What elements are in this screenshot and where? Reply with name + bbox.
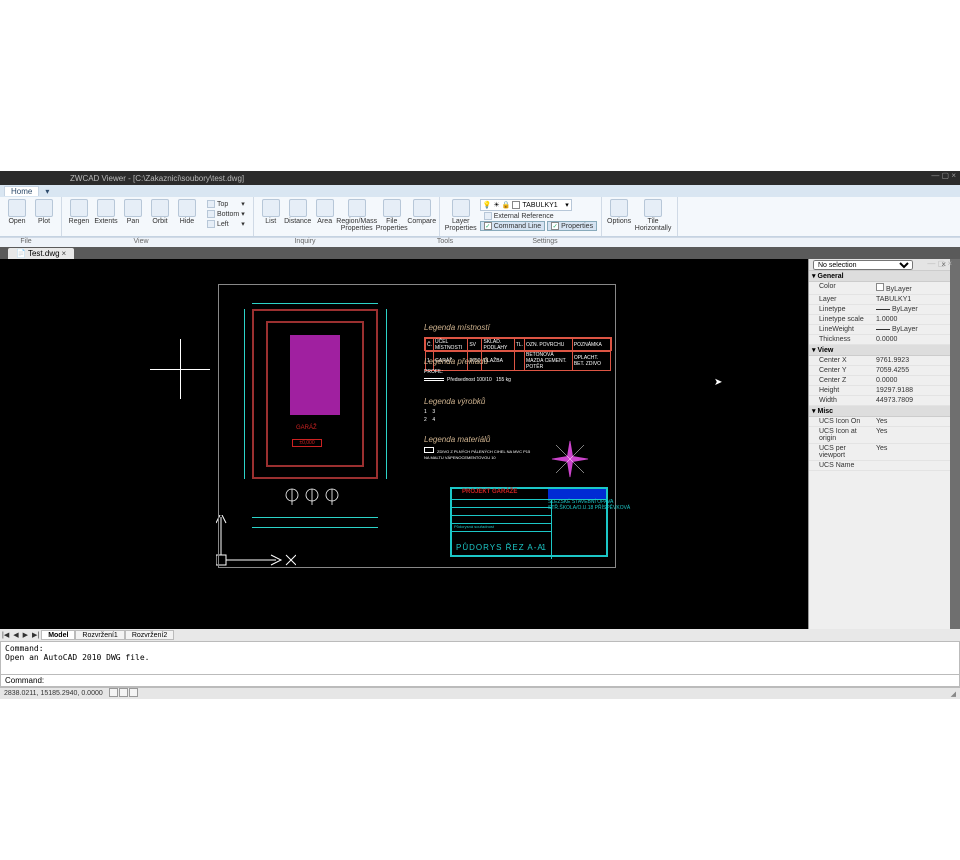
crosshair <box>180 339 181 399</box>
regen-button[interactable]: Regen <box>66 199 92 225</box>
ribbon: Open Plot Regen Extents Pan Orbit Hide T… <box>0 197 960 237</box>
property-row[interactable]: LayerTABULKY1 <box>809 295 950 305</box>
lock-icon: 🔒 <box>502 201 511 209</box>
legend-products-title: Legenda výrobků <box>424 397 485 406</box>
legend-lintels-title: Legenda překladů <box>424 357 488 366</box>
tab-layout2[interactable]: Rozvržení2 <box>125 630 174 640</box>
menu-dropdown-icon[interactable]: ▾ <box>39 187 55 196</box>
drawing-canvas[interactable]: GARÁŽ ±0,000 <box>0 259 808 629</box>
titlebar: ZWCAD Viewer - [C:\Zakaznici\soubory\tes… <box>0 171 960 185</box>
layout-tabbar: |◀◀▶▶| Model Rozvržení1 Rozvržení2 <box>0 629 960 641</box>
property-row[interactable]: UCS Icon OnYes <box>809 417 950 427</box>
tile-horizontally-button[interactable]: Tile Horizontally <box>633 199 673 234</box>
tab-nav-buttons[interactable]: |◀◀▶▶| <box>0 631 41 639</box>
command-line-toggle[interactable]: Command Line <box>480 221 545 231</box>
plot-button[interactable]: Plot <box>31 199 57 225</box>
tab-layout1[interactable]: Rozvržení1 <box>75 630 124 640</box>
legend-materials-title: Legenda materiálů <box>424 435 490 444</box>
region-mass-button[interactable]: Region/Mass Properties <box>339 199 375 234</box>
window-title: ZWCAD Viewer - [C:\Zakaznici\soubory\tes… <box>70 174 244 183</box>
property-row[interactable]: LineWeightByLayer <box>809 325 950 335</box>
prop-group-misc[interactable]: ▾Misc <box>809 406 950 417</box>
hide-button[interactable]: Hide <box>174 199 200 225</box>
list-button[interactable]: List <box>258 199 284 234</box>
window-buttons[interactable]: — ▢ × <box>931 171 956 180</box>
command-prompt-label: Command: <box>5 676 44 685</box>
property-row[interactable]: Height19297.9188 <box>809 386 950 396</box>
rooms-table: Č.ÚČEL MÍSTNOSTISVSKLAD. PODLAHYTL.OZN. … <box>424 337 612 351</box>
property-row[interactable]: UCS per viewportYes <box>809 444 950 461</box>
lightbulb-icon: 💡 <box>483 201 492 209</box>
property-row[interactable]: Center X9761.9923 <box>809 356 950 366</box>
compare-button[interactable]: Compare <box>409 199 435 234</box>
selection-selector[interactable]: No selection <box>813 260 913 270</box>
view-left[interactable]: Left▾ <box>203 219 249 229</box>
resize-grip-icon: ◢ <box>951 690 956 698</box>
tab-model[interactable]: Model <box>41 630 75 640</box>
title-block: PROJEKT GARÁŽE SLEZSKÉ STAVEBNÍ OPAVA ST… <box>450 487 608 557</box>
door-symbols <box>282 485 352 514</box>
options-button[interactable]: Options <box>606 199 632 234</box>
close-icon[interactable]: × <box>62 249 67 258</box>
legend-rooms-title: Legenda místností <box>424 323 490 332</box>
prop-group-general[interactable]: ▾General <box>809 271 950 282</box>
view-top[interactable]: Top▾ <box>203 199 249 209</box>
app-window: ZWCAD Viewer - [C:\Zakaznici\soubory\tes… <box>0 171 960 691</box>
layer-properties-button[interactable]: Layer Properties <box>444 199 478 234</box>
prop-group-view[interactable]: ▾View <box>809 345 950 356</box>
statusbar: 2838.0211, 15185.2940, 0.0000 ◢ <box>0 687 960 699</box>
view-bottom[interactable]: Bottom▾ <box>203 209 249 219</box>
layer-name: TABULKY1 <box>522 202 557 209</box>
ribbon-section-labels: File View Inquiry Tools Settings <box>0 237 960 247</box>
file-icon: 📄 <box>16 249 26 258</box>
room-tag: GARÁŽ <box>296 425 317 431</box>
document-tabbar: 📄 Test.dwg × <box>0 247 960 259</box>
cursor-icon: ➤ <box>714 377 722 388</box>
work-area: GARÁŽ ±0,000 <box>0 259 960 629</box>
menubar: Home ▾ <box>0 185 960 197</box>
property-row[interactable]: Width44973.7809 <box>809 396 950 406</box>
command-line[interactable]: Command: <box>0 675 960 687</box>
tab-home[interactable]: Home <box>4 186 39 196</box>
document-tab-label: Test.dwg <box>28 249 60 258</box>
property-row[interactable]: UCS Icon at originYes <box>809 427 950 444</box>
mdi-window-buttons[interactable]: — ▢ × <box>927 259 952 268</box>
properties-panel: No selection × ▾General ColorByLayerLaye… <box>808 259 950 629</box>
pan-button[interactable]: Pan <box>120 199 146 225</box>
command-history[interactable]: Command: Open an AutoCAD 2010 DWG file. <box>0 641 960 675</box>
room-level-box: ±0,000 <box>292 439 322 447</box>
floor-plan: GARÁŽ ±0,000 <box>252 309 378 499</box>
extents-button[interactable]: Extents <box>93 199 119 225</box>
property-row[interactable]: LinetypeByLayer <box>809 305 950 315</box>
sun-icon: ☀ <box>493 201 499 209</box>
compass-icon <box>548 437 592 486</box>
document-tab[interactable]: 📄 Test.dwg × <box>8 248 74 259</box>
chevron-down-icon: ▾ <box>565 201 569 209</box>
distance-button[interactable]: Distance <box>285 199 311 234</box>
command-input[interactable] <box>48 676 955 685</box>
layer-color-swatch <box>512 201 520 209</box>
layer-combo[interactable]: 💡 ☀ 🔒 TABULKY1 ▾ <box>480 199 572 211</box>
property-row[interactable]: ColorByLayer <box>809 282 950 295</box>
properties-toggle[interactable]: Properties <box>547 221 597 231</box>
coordinates: 2838.0211, 15185.2940, 0.0000 <box>4 690 103 697</box>
file-properties-button[interactable]: File Properties <box>376 199 408 234</box>
open-button[interactable]: Open <box>4 199 30 225</box>
area-button[interactable]: Area <box>312 199 338 234</box>
property-row[interactable]: Center Y7059.4255 <box>809 366 950 376</box>
property-row[interactable]: Thickness0.0000 <box>809 335 950 345</box>
external-reference-button[interactable]: External Reference <box>480 211 597 221</box>
property-row[interactable]: Center Z0.0000 <box>809 376 950 386</box>
property-row[interactable]: Linetype scale1.0000 <box>809 315 950 325</box>
orbit-button[interactable]: Orbit <box>147 199 173 225</box>
status-toggle-icons[interactable] <box>109 688 139 699</box>
property-row[interactable]: UCS Name <box>809 461 950 471</box>
